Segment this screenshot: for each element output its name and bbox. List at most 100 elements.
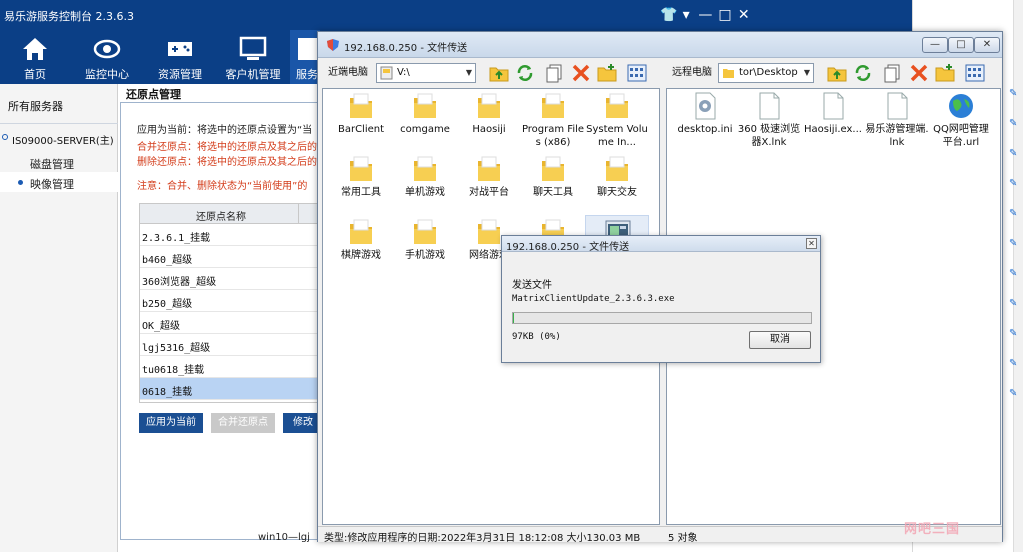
new-folder-icon[interactable] xyxy=(934,62,956,84)
table-row[interactable]: lgj5316_超级 xyxy=(140,334,322,356)
refresh-icon[interactable] xyxy=(852,62,874,84)
copy-icon[interactable] xyxy=(544,62,566,84)
view-icon[interactable] xyxy=(626,62,648,84)
nav-clients[interactable]: 客户机管理 xyxy=(218,30,288,84)
edit-icon[interactable]: ✎ xyxy=(1009,298,1021,310)
table-row[interactable]: 360浏览器_超级 xyxy=(140,268,322,290)
close-button[interactable]: ✕ xyxy=(974,37,1000,53)
nav-home-label: 首页 xyxy=(24,68,46,81)
file-name: Haosiji xyxy=(472,124,506,135)
edit-icon[interactable]: ✎ xyxy=(1009,238,1021,250)
folder-item[interactable]: comgame xyxy=(393,89,457,151)
folder-icon xyxy=(411,217,439,247)
nav-home[interactable]: 首页 xyxy=(0,30,70,84)
folder-item[interactable]: 聊天交友 xyxy=(585,152,649,214)
close-icon[interactable]: ✕ xyxy=(738,7,750,23)
folder-up-icon[interactable] xyxy=(488,62,510,84)
minimize-icon[interactable]: — xyxy=(698,7,712,23)
sidebar-item-server[interactable]: IS09000-SERVER(主) xyxy=(0,124,118,152)
edit-icon[interactable]: ✎ xyxy=(1009,208,1021,220)
shirt-icon[interactable]: 👕 xyxy=(660,7,677,23)
table-row[interactable]: 0618_挂载 xyxy=(140,378,322,400)
sidebar-item-disk[interactable]: 磁盘管理 xyxy=(0,152,118,172)
nav-monitor[interactable]: 监控中心 xyxy=(72,30,142,84)
copy-icon[interactable] xyxy=(882,62,904,84)
nav-monitor-label: 监控中心 xyxy=(85,68,129,81)
app-shield-icon xyxy=(327,39,339,51)
sidebar-item-image[interactable]: 映像管理 xyxy=(0,172,118,192)
folder-icon xyxy=(347,91,375,121)
restore-point-header: 还原点管理 xyxy=(122,84,322,102)
folder-icon xyxy=(475,154,503,184)
column-header-name: 还原点名称 xyxy=(196,212,246,223)
file-name: QQ网吧管理平台.url xyxy=(933,124,989,148)
merge-restore-button[interactable]: 合并还原点 xyxy=(211,413,275,433)
file-item[interactable]: QQ网吧管理平台.url xyxy=(929,89,993,151)
file-transfer-title: 192.168.0.250 - 文件传送 xyxy=(344,43,468,54)
folder-item[interactable]: 棋牌游戏 xyxy=(329,215,393,277)
minimize-button[interactable]: — xyxy=(922,37,948,53)
folder-item[interactable]: 单机游戏 xyxy=(393,152,457,214)
edit-icon[interactable]: ✎ xyxy=(1009,358,1021,370)
apply-current-button[interactable]: 应用为当前 xyxy=(139,413,203,433)
edit-icon[interactable]: ✎ xyxy=(1009,178,1021,190)
restore-point-name: OK_超级 xyxy=(142,321,181,332)
local-toolbar: 近端电脑 V:\ ▼ xyxy=(322,60,662,86)
folder-item[interactable]: 聊天工具 xyxy=(521,152,585,214)
edit-icon[interactable]: ✎ xyxy=(1009,328,1021,340)
folder-item[interactable]: Haosiji xyxy=(457,89,521,151)
table-row[interactable]: b460_超级 xyxy=(140,246,322,268)
remote-path-combo[interactable]: tor\Desktop ▼ xyxy=(718,63,814,83)
refresh-icon[interactable] xyxy=(514,62,536,84)
sidebar-image-label: 映像管理 xyxy=(30,178,74,191)
edit-icon[interactable]: ✎ xyxy=(1009,148,1021,160)
local-path-combo[interactable]: V:\ ▼ xyxy=(376,63,476,83)
cancel-button[interactable]: 取消 xyxy=(749,331,811,349)
info-note: 注意：合并、删除状态为“当前使用”的 xyxy=(137,181,308,192)
nav-resources[interactable]: 资源管理 xyxy=(145,30,215,84)
edit-icon[interactable]: ✎ xyxy=(1009,88,1021,100)
folder-item[interactable]: 对战平台 xyxy=(457,152,521,214)
nav-clients-label: 客户机管理 xyxy=(225,68,281,81)
send-dialog-titlebar[interactable]: 192.168.0.250 - 文件传送 ✕ xyxy=(502,236,820,253)
local-computer-label: 近端电脑 xyxy=(328,67,368,78)
file-name: 聊天工具 xyxy=(533,187,573,198)
file-item[interactable]: Haosiji.ex... xyxy=(801,89,865,151)
file-item[interactable]: 360 极速浏览器X.lnk xyxy=(737,89,801,151)
table-row[interactable]: OK_超级 xyxy=(140,312,322,334)
new-folder-icon[interactable] xyxy=(596,62,618,84)
console-title: 易乐游服务控制台 2.3.6.3 xyxy=(4,10,134,23)
table-row[interactable]: 2.3.6.1_挂载 xyxy=(140,224,322,246)
close-icon[interactable]: ✕ xyxy=(806,238,817,249)
local-status-text: 类型:修改应用程序的日期:2022年3月31日 18:12:08 大小130.0… xyxy=(324,533,641,544)
folder-item[interactable]: BarClient xyxy=(329,89,393,151)
eye-icon xyxy=(93,39,121,59)
gamepad-icon xyxy=(168,42,192,56)
file-transfer-titlebar[interactable]: 192.168.0.250 - 文件传送 — □ ✕ xyxy=(318,32,1002,58)
file-item[interactable]: 易乐游管理端.lnk xyxy=(865,89,929,151)
folder-up-icon[interactable] xyxy=(826,62,848,84)
maximize-icon[interactable]: □ xyxy=(718,7,731,23)
dropdown-arrow-icon[interactable]: ▾ xyxy=(680,7,692,23)
table-row[interactable]: b250_超级 xyxy=(140,290,322,312)
delete-icon[interactable] xyxy=(908,62,930,84)
folder-item[interactable]: 常用工具 xyxy=(329,152,393,214)
document-icon xyxy=(883,91,911,121)
home-icon xyxy=(23,38,47,60)
folder-item[interactable]: Program Files (x86) xyxy=(521,89,585,151)
folder-item[interactable]: System Volume In... xyxy=(585,89,649,151)
nav-services[interactable]: 服务 xyxy=(290,30,320,84)
table-row[interactable]: tu0618_挂载 xyxy=(140,356,322,378)
maximize-button[interactable]: □ xyxy=(948,37,974,53)
edit-icon[interactable]: ✎ xyxy=(1009,118,1021,130)
file-item[interactable]: desktop.ini xyxy=(673,89,737,151)
edit-icon[interactable]: ✎ xyxy=(1009,388,1021,400)
edit-icon[interactable]: ✎ xyxy=(1009,268,1021,280)
restore-point-name: 0618_挂载 xyxy=(142,387,193,398)
file-name: 常用工具 xyxy=(341,187,381,198)
folder-item[interactable]: 手机游戏 xyxy=(393,215,457,277)
delete-icon[interactable] xyxy=(570,62,592,84)
sidebar-server-label: IS09000-SERVER(主) xyxy=(12,136,114,147)
watermark-logo: 网吧三国 xyxy=(904,522,961,537)
view-icon[interactable] xyxy=(964,62,986,84)
